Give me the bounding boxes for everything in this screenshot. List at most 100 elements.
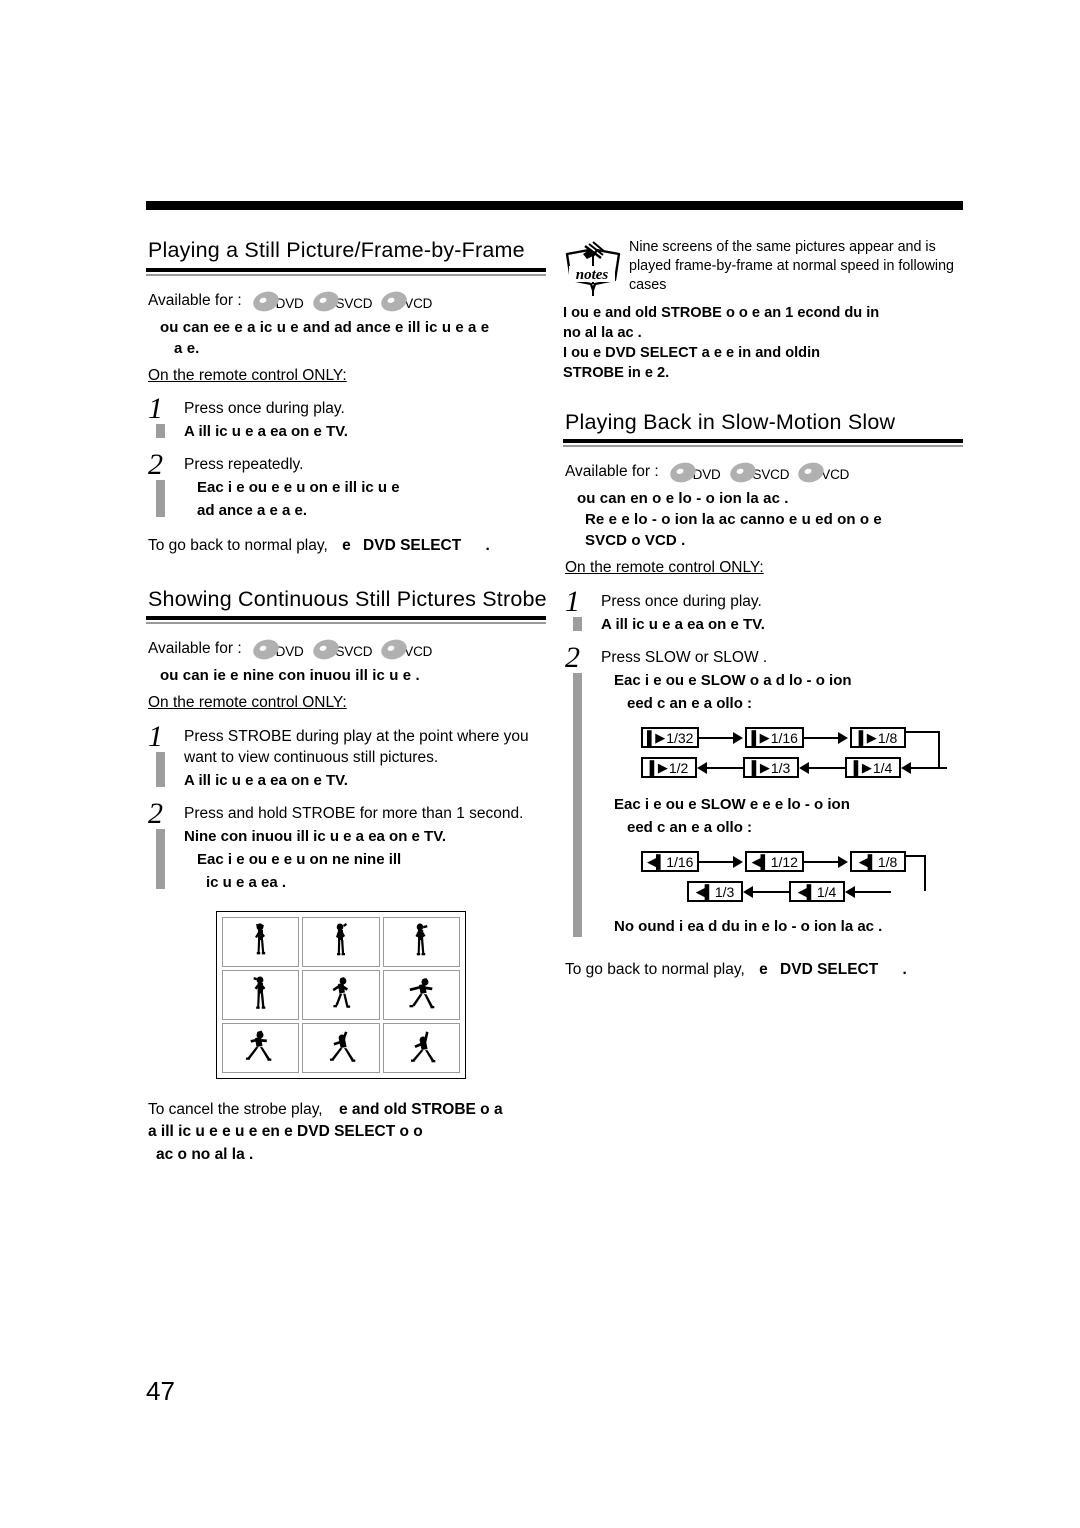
step-bold-note: Eac i e ou e SLOW e e e lo - o ion [614,795,850,813]
step-number: 2 [565,640,580,674]
closing-bold-b: DVD SELECT [780,960,879,978]
flow-arrow-right [699,730,745,746]
forward-slow-icon: ▌▶ [647,730,665,746]
disc-label: SVCD [752,467,790,483]
notes-bold-line: I ou e DVD SELECT a e e in and oldin [563,345,821,362]
notes-line: cases [629,277,667,293]
closing-bold-line: ac o no al la . [156,1145,254,1163]
page-number: 47 [146,1376,175,1406]
speed-value: 1/4 [872,759,893,776]
speed-value: 1/3 [770,759,791,776]
heading-rule-thick [563,439,963,444]
heading-rule-thick [146,616,546,621]
intro-line: a e. [174,339,200,357]
reverse-slow-icon: ◀▌ [695,884,714,900]
notes-bold-block: I ou e and old STROBE o o e an 1 econd d… [563,303,963,384]
step-accent-bar [156,480,165,518]
step-accent-bar [156,751,165,787]
step-bold-note: Eac i e ou e SLOW o a d lo - o ion [614,671,852,689]
section-strobe: Showing Continuous Still Pictures Strobe… [146,586,547,1165]
intro-line: ou can en o e lo - o ion la ac . [577,490,789,508]
forward-slow-icon: ▌▶ [751,760,770,776]
step-accent-bar [573,616,582,631]
section-intro-bold-3: ou can en o e lo - o ion la ac . Re e e … [577,488,963,551]
reverse-flow-row-1: ◀▌ 1/16 ◀▌ 1/12 ◀▌ 1/8 [641,848,963,891]
step-bold-note: Nine con inuou ill ic u e a ea on e TV. [184,827,447,845]
step-bold-note: A ill ic u e a ea on e TV. [184,423,348,441]
disc-badge-dvd: DVD [250,636,304,663]
flow-wrap-connector [905,724,946,767]
step-text: Press SLOW or SLOW . [601,648,768,666]
step-text: Press and hold STROBE for more than 1 se… [184,804,524,822]
step-number: 1 [565,584,580,618]
section-title-slow-motion: Playing Back in Slow-Motion Slow [565,409,896,434]
notes-line: played frame-by-frame at normal speed in… [629,258,955,274]
closing-bold-b: DVD SELECT [363,537,462,555]
speed-box-reverse-4: ◀▌ 1/4 [789,881,845,903]
notes-bold-line: I ou e and old STROBE o o e an 1 econd d… [563,305,880,321]
step-accent-bar [573,672,582,937]
left-column: Playing a Still Picture/Frame-by-Frame A… [146,238,547,1179]
manual-page: Playing a Still Picture/Frame-by-Frame A… [0,0,1080,1528]
closing-prefix: To cancel the strobe play, [148,1100,323,1118]
flow-arrow-left [743,884,789,900]
page-top-rule [146,201,963,210]
step-2-still: 2 Press repeatedly. Eac i e ou e e u on … [146,450,546,521]
disc-badge-vcd: VCD [379,288,432,315]
step-number: 2 [148,448,163,482]
disc-badge-dvd: DVD [250,288,304,315]
step-accent-bar [156,424,165,439]
section-still-picture: Playing a Still Picture/Frame-by-Frame A… [146,238,546,557]
step-bold-note: A ill ic u e a ea on e TV. [601,615,765,633]
strobe-frame [382,969,460,1020]
step-number: 2 [148,796,163,830]
disc-label: VCD [821,467,850,483]
disc-badge-vcd: VCD [796,459,850,486]
step-accent-bar [156,828,165,889]
step-bold-note: ad ance a e a e. [197,502,308,520]
closing-prefix: To go back to normal play, [565,960,745,978]
closing-bold-a: e [342,537,351,555]
disc-badges-2: DVD SVCD VCD [250,636,432,663]
step-number: 1 [148,392,163,426]
remote-only-note-3: On the remote control ONLY: [565,559,764,577]
disc-label: DVD [275,295,304,311]
step-1-strobe: 1 Press STROBE during play at the point … [146,721,546,791]
notes-icon: notes [565,241,621,296]
strobe-frame [222,1022,300,1073]
disc-badge-vcd: VCD [379,636,432,663]
speed-value: 1/32 [666,729,694,746]
disc-badge-svcd: SVCD [310,636,372,663]
speed-value: 1/16 [666,853,694,870]
intro-line: Re e e lo - o ion la ac canno e u ed on … [585,511,882,529]
reverse-slow-icon: ◀▌ [647,854,665,870]
disc-label: DVD [275,644,304,660]
heading-rule-thick [146,267,546,272]
step-text: Press STROBE during play at the point wh… [184,727,529,766]
strobe-frame [302,1022,380,1073]
speed-value: 1/8 [877,853,898,870]
no-sound-note: No ound i ea d du in e lo - o ion la ac … [614,917,883,935]
step-bold-note: eed c an e a ollo : [627,818,753,836]
forward-slow-icon: ▌▶ [649,760,668,776]
speed-value: 1/16 [770,729,798,746]
intro-line: ou can ie e nine con inuou ill ic u e . [160,667,420,685]
flow-wrap-connector [905,848,946,891]
available-for-label: Available for : [148,291,242,309]
strobe-frame [302,969,380,1020]
intro-line: SVCD o VCD . [585,532,686,550]
step-text: Press repeatedly. [184,456,304,474]
intro-line: ou can ee e a ic u e and ad ance e ill i… [160,318,490,336]
strobe-cancel-block: To cancel the strobe play, e and old STR… [148,1099,546,1120]
step-1-still: 1 Press once during play. A ill ic u e a… [146,394,546,442]
notes-text: Nine screens of the same pictures appear… [629,238,963,295]
section-title-strobe: Showing Continuous Still Pictures Strobe [148,586,547,611]
speed-box-reverse-1: ◀▌ 1/16 [641,851,700,873]
strobe-grid-inner [222,916,460,1073]
available-for-row-3: Available for : DVD SVCD VCD [565,459,963,486]
disc-badges-3: DVD SVCD VCD [667,459,850,486]
speed-box-forward-1: ▌▶ 1/32 [641,727,700,749]
disc-label: DVD [692,467,721,483]
flow-arrow-right [803,854,850,870]
available-for-label: Available for : [148,640,242,658]
